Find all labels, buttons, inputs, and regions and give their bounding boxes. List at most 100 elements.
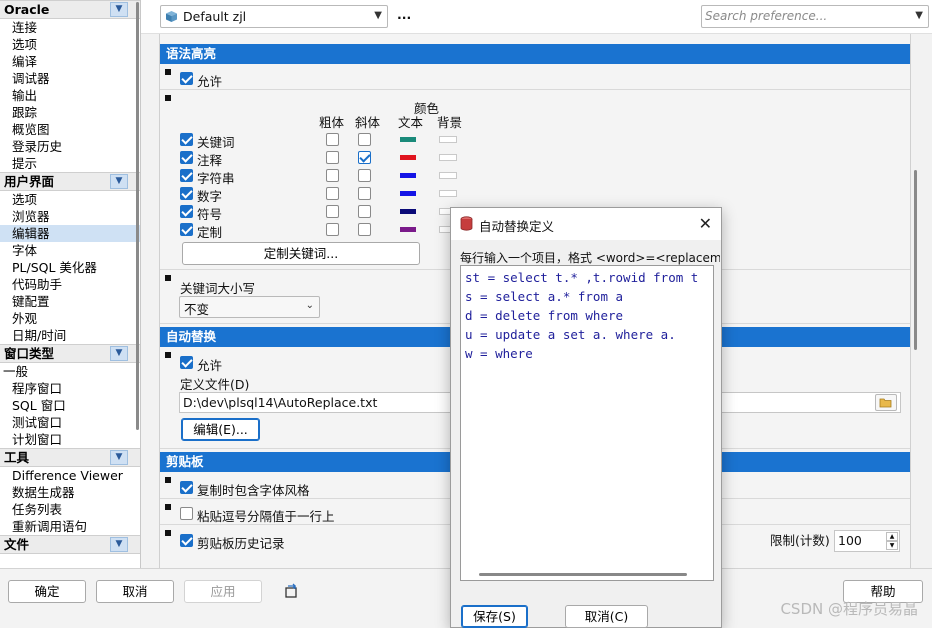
italic-checkbox[interactable] xyxy=(358,169,371,182)
sidebar-scrollbar[interactable] xyxy=(136,2,139,430)
italic-checkbox[interactable] xyxy=(358,223,371,236)
sidebar-item[interactable]: 代码助手 xyxy=(0,276,140,293)
sidebar-item[interactable]: 连接 xyxy=(0,19,140,36)
sidebar-item[interactable]: Difference Viewer xyxy=(0,467,140,484)
auto-replace-enable-checkbox[interactable] xyxy=(180,356,193,369)
text-color-swatch[interactable] xyxy=(400,227,416,232)
ok-button[interactable]: 确定 xyxy=(8,580,86,603)
sidebar-item[interactable]: 字体 xyxy=(0,242,140,259)
sidebar-item[interactable]: 编辑器 xyxy=(0,225,140,242)
syntax-item-checkbox[interactable] xyxy=(180,133,193,146)
collapse-chevron-icon[interactable]: ▼ xyxy=(110,2,128,17)
copy-font-style-checkbox[interactable] xyxy=(180,481,193,494)
italic-checkbox[interactable] xyxy=(358,151,371,164)
close-icon[interactable]: ✕ xyxy=(699,214,712,233)
syntax-item-checkbox[interactable] xyxy=(180,169,193,182)
search-preference-input[interactable]: Search preference... ▼ xyxy=(701,5,929,28)
bold-checkbox[interactable] xyxy=(326,223,339,236)
sidebar-item[interactable]: 任务列表 xyxy=(0,501,140,518)
text-color-swatch[interactable] xyxy=(400,137,416,142)
background-color-swatch[interactable] xyxy=(439,154,457,161)
keyword-case-label: 关键词大小写 xyxy=(180,281,256,296)
text-color-swatch[interactable] xyxy=(400,209,416,214)
sidebar-item[interactable]: SQL 窗口 xyxy=(0,397,140,414)
background-color-swatch[interactable] xyxy=(439,136,457,143)
dialog-title: 自动替换定义 xyxy=(479,219,555,234)
collapse-chevron-icon[interactable]: ▼ xyxy=(110,537,128,552)
cancel-button[interactable]: 取消 xyxy=(96,580,174,603)
background-color-swatch[interactable] xyxy=(439,172,457,179)
preference-tree: Oracle ▼ 连接 选项 编译 调试器 输出 跟踪 概览图 登录历史 提示 用户界面 ▼ 选项 浏览器编… xyxy=(0,0,141,568)
sidebar-group-header[interactable]: 用户界面 ▼ xyxy=(0,172,140,191)
keyword-case-select[interactable]: 不变 ⌄ xyxy=(179,296,320,318)
spin-up-icon[interactable]: ▲ xyxy=(886,532,898,541)
text-color-swatch[interactable] xyxy=(400,173,416,178)
more-button[interactable]: ... xyxy=(397,7,411,22)
profile-dropdown[interactable]: Default zjl ▼ xyxy=(160,5,388,28)
bold-checkbox[interactable] xyxy=(326,151,339,164)
replacement-definitions-textarea[interactable]: st = select t.* ,t.rowid from t s = selec… xyxy=(460,265,714,581)
sidebar-item[interactable]: 编译 xyxy=(0,53,140,70)
sidebar-group-header[interactable]: Oracle ▼ xyxy=(0,0,140,19)
text-color-swatch[interactable] xyxy=(400,155,416,160)
dialog-cancel-button[interactable]: 取消(C) xyxy=(565,605,648,628)
definition-file-label: 定义文件(D) xyxy=(180,377,250,392)
sidebar-item[interactable]: 重新调用语句 xyxy=(0,518,140,535)
sidebar-item[interactable]: 程序窗口 xyxy=(0,380,140,397)
main-scrollbar[interactable] xyxy=(914,170,917,350)
row-bullet xyxy=(165,477,171,483)
sidebar-item[interactable]: 一般 xyxy=(0,363,140,380)
bold-checkbox[interactable] xyxy=(326,187,339,200)
syntax-item-checkbox[interactable] xyxy=(180,205,193,218)
import-export-icon[interactable] xyxy=(283,583,300,600)
custom-keywords-button[interactable]: 定制关键词... xyxy=(182,242,420,265)
textarea-horizontal-scrollbar[interactable] xyxy=(479,573,687,576)
sidebar-item[interactable]: 浏览器 xyxy=(0,208,140,225)
italic-checkbox[interactable] xyxy=(358,133,371,146)
folder-browse-icon[interactable] xyxy=(875,394,897,411)
sidebar-item[interactable]: 外观 xyxy=(0,310,140,327)
row-bullet xyxy=(165,352,171,358)
definition-line: st = select t.* ,t.rowid from t xyxy=(465,270,699,285)
spin-down-icon[interactable]: ▼ xyxy=(886,541,898,550)
sidebar-item[interactable]: 概览图 xyxy=(0,121,140,138)
sidebar-group-header[interactable]: 文件 ▼ xyxy=(0,535,140,554)
sidebar-item[interactable]: 调试器 xyxy=(0,70,140,87)
bold-checkbox[interactable] xyxy=(326,205,339,218)
syntax-item-checkbox[interactable] xyxy=(180,151,193,164)
sidebar-item[interactable]: 选项 xyxy=(0,191,140,208)
sidebar-item[interactable]: 选项 xyxy=(0,36,140,53)
sidebar-item[interactable]: 日期/时间 xyxy=(0,327,140,344)
syntax-item-label: 定制 xyxy=(197,225,223,240)
text-color-swatch[interactable] xyxy=(400,191,416,196)
bold-checkbox[interactable] xyxy=(326,169,339,182)
paste-csv-checkbox[interactable] xyxy=(180,507,193,520)
sidebar-item[interactable]: 提示 xyxy=(0,155,140,172)
sidebar-item[interactable]: 键配置 xyxy=(0,293,140,310)
sidebar-item[interactable]: 输出 xyxy=(0,87,140,104)
background-color-swatch[interactable] xyxy=(439,190,457,197)
bold-checkbox[interactable] xyxy=(326,133,339,146)
sidebar-group-header[interactable]: 工具 ▼ xyxy=(0,448,140,467)
sidebar-group-header[interactable]: 窗口类型 ▼ xyxy=(0,344,140,363)
collapse-chevron-icon[interactable]: ▼ xyxy=(110,346,128,361)
sidebar-item[interactable]: PL/SQL 美化器 xyxy=(0,259,140,276)
collapse-chevron-icon[interactable]: ▼ xyxy=(110,450,128,465)
sidebar-item[interactable]: 登录历史 xyxy=(0,138,140,155)
edit-definition-button[interactable]: 编辑(E)... xyxy=(181,418,260,441)
sidebar-item[interactable]: 数据生成器 xyxy=(0,484,140,501)
sidebar-item[interactable]: 测试窗口 xyxy=(0,414,140,431)
sidebar-group-title: 窗口类型 xyxy=(4,346,55,361)
sidebar-item[interactable]: 跟踪 xyxy=(0,104,140,121)
collapse-chevron-icon[interactable]: ▼ xyxy=(110,174,128,189)
dialog-save-button[interactable]: 保存(S) xyxy=(461,605,528,628)
syntax-item-checkbox[interactable] xyxy=(180,223,193,236)
italic-checkbox[interactable] xyxy=(358,205,371,218)
sidebar-item[interactable]: 计划窗口 xyxy=(0,431,140,448)
syntax-item-checkbox[interactable] xyxy=(180,187,193,200)
clipboard-history-checkbox[interactable] xyxy=(180,534,193,547)
italic-checkbox[interactable] xyxy=(358,187,371,200)
syntax-enable-checkbox[interactable] xyxy=(180,72,193,85)
apply-button[interactable]: 应用 xyxy=(184,580,262,603)
history-limit-input[interactable]: 100 ▲ ▼ xyxy=(834,530,900,552)
